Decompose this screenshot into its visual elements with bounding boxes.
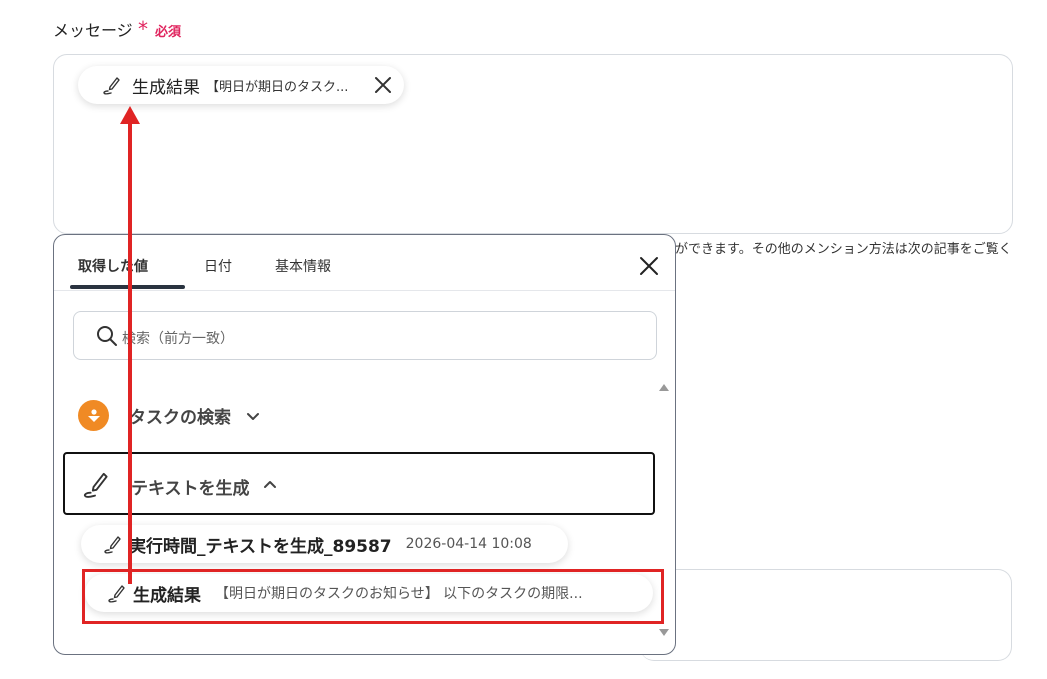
pen-write-icon — [101, 533, 123, 555]
secondary-input[interactable] — [640, 569, 1012, 661]
pen-write-icon — [100, 74, 122, 96]
list-item[interactable]: 実行時間_テキストを生成_89587 2026-04-14 10:08 — [81, 525, 568, 563]
tab-acquired-values[interactable]: 取得した値 — [78, 256, 148, 276]
annotation-arrow-head — [120, 106, 140, 124]
tabs-divider — [54, 290, 675, 291]
section-task-search[interactable]: タスクの検索 — [78, 400, 261, 431]
chevron-up-icon — [262, 477, 278, 497]
panel-close-icon[interactable] — [638, 255, 660, 277]
tab-basic-info[interactable]: 基本情報 — [275, 256, 331, 276]
close-icon[interactable] — [373, 75, 393, 95]
item-label: 実行時間_テキストを生成_89587 — [129, 536, 392, 557]
search-icon — [95, 324, 119, 348]
required-asterisk: * — [138, 17, 148, 41]
chip-label: 生成結果 — [132, 77, 200, 98]
item-value: 2026-04-14 10:08 — [405, 536, 532, 552]
chevron-down-icon — [245, 408, 261, 424]
search-input[interactable]: 検索（前方一致） — [73, 311, 657, 360]
required-label: 必須 — [155, 25, 182, 40]
scroll-down-arrow[interactable] — [659, 629, 669, 636]
field-label: メッセージ — [53, 21, 133, 40]
help-text: ができます。その他のメンション方法は次の記事をご覧く — [675, 242, 1012, 257]
scroll-up-arrow[interactable] — [659, 384, 669, 391]
section-text-generation[interactable]: テキストを生成 — [63, 452, 655, 515]
orange-app-icon — [78, 400, 109, 431]
inserted-value-chip[interactable]: 生成結果 【明日が期日のタスク... — [78, 66, 404, 104]
tab-date[interactable]: 日付 — [204, 256, 232, 276]
pen-write-icon — [79, 468, 111, 504]
annotation-arrow-line — [128, 122, 132, 584]
section-label: テキストを生成 — [131, 479, 250, 499]
search-placeholder: 検索（前方一致） — [122, 331, 234, 347]
section-label: タスクの検索 — [129, 408, 231, 428]
chip-preview: 【明日が期日のタスク... — [206, 79, 349, 95]
highlight-annotation — [82, 569, 664, 624]
